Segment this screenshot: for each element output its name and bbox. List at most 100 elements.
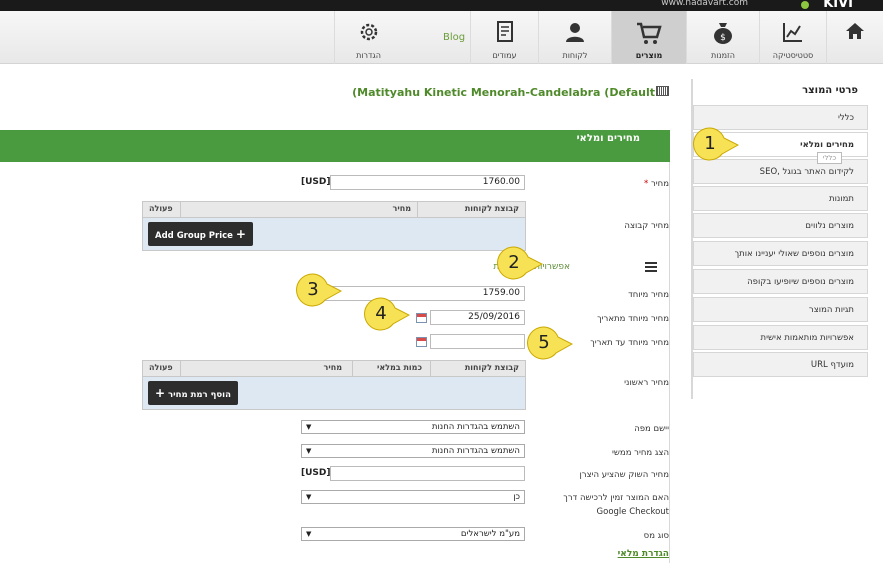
google-checkout-select-value: כן — [513, 492, 520, 502]
msrp-currency: [USD] — [301, 468, 331, 478]
tier-price-label: מחיר ראשוני — [624, 378, 669, 388]
nav-statistics-label: סטטיסטיקה — [772, 51, 814, 60]
callout-number: 2 — [508, 252, 520, 273]
col-customer-group: קבוצת לקוחות — [464, 363, 519, 372]
list-icon — [645, 260, 657, 272]
logo: KIVI — [823, 0, 853, 11]
gear-icon — [360, 23, 377, 41]
nav-settings-label: הגדרות — [356, 51, 381, 60]
nav-statistics[interactable]: סטטיסטיקה — [759, 11, 826, 64]
sidebar-item-crosssell[interactable]: מוצרים נוספים שיופיעו בקופה — [693, 269, 868, 294]
special-from-label: מחיר מיוחד מתאריך — [597, 314, 669, 324]
callout-number: 4 — [375, 303, 387, 324]
nav-settings[interactable]: הגדרות — [334, 11, 402, 64]
tier-price-table-head: קבוצת לקוחות כמות במלאי מחיר פעולה — [143, 361, 525, 377]
nav-products-label: מוצרים — [635, 51, 663, 60]
map-label: יישם מפה — [634, 424, 669, 434]
dropdown-arrow-icon: ▼ — [306, 423, 312, 431]
col-customer-group: קבוצת לקוחות — [464, 204, 519, 213]
section-header: מחירים ומלאי — [0, 130, 670, 162]
calendar-icon[interactable] — [416, 313, 427, 323]
price-label: * מחיר — [644, 179, 669, 189]
col-separator — [180, 202, 181, 218]
sidebar-tooltip: כללי — [817, 152, 842, 164]
price-input[interactable]: 1760.00 — [330, 175, 525, 190]
col-separator — [417, 202, 418, 218]
cart-icon — [637, 22, 662, 44]
callout-4: 4 — [364, 297, 411, 331]
sidebar-item-url[interactable]: URL מועדף — [693, 352, 868, 377]
sidebar-item-related[interactable]: מוצרים נלווים — [693, 213, 868, 238]
required-mark: * — [644, 179, 649, 189]
page-icon — [496, 21, 513, 42]
special-from-input[interactable]: 25/09/2016 — [430, 310, 525, 325]
google-checkout-label-2: Google Checkout — [596, 507, 669, 517]
section-title: מחירים ומלאי — [576, 133, 640, 144]
add-tier-price-button[interactable]: + הוסף רמת מחיר — [148, 381, 238, 405]
special-to-input[interactable] — [430, 334, 525, 349]
col-action: פעולה — [149, 363, 173, 372]
tax-label: סוג מס — [643, 531, 669, 541]
calendar-icon[interactable] — [416, 337, 427, 347]
callout-number: 1 — [704, 133, 716, 154]
dropdown-arrow-icon: ▼ — [306, 447, 312, 455]
product-title: (Matityahu Kinetic Menorah-Candelabra (D… — [352, 86, 655, 99]
home-icon — [846, 23, 864, 39]
sidebar-title: פרטי המוצר — [802, 85, 858, 96]
tax-select-value: מע"מ לישראלים — [460, 529, 520, 539]
plus-icon: + — [235, 227, 246, 241]
nav-customers-label: לקוחות — [562, 51, 588, 60]
callout-number: 5 — [538, 332, 550, 353]
tier-price-table: קבוצת לקוחות כמות במלאי מחיר פעולה + הוס… — [142, 360, 526, 410]
plus-icon: + — [155, 386, 166, 400]
map-select-value: השתמש בהגדרות החנות — [431, 422, 520, 432]
google-checkout-select[interactable]: ▼ כן — [301, 490, 525, 504]
main-navbar: סטטיסטיקה $ הזמנות מוצרים לקוחות עמודים … — [0, 11, 883, 64]
col-separator — [180, 361, 181, 377]
sidebar-item-custom-options[interactable]: אפשרויות מותאמות אישית — [693, 325, 868, 350]
nav-orders-label: הזמנות — [710, 51, 736, 60]
msrp-input[interactable] — [330, 466, 525, 481]
add-tier-price-label: הוסף רמת מחיר — [168, 390, 231, 400]
google-checkout-label: האם המוצר זמין לרכישה דרך — [563, 493, 669, 503]
sidebar-item-tags[interactable]: תגיות המוצר — [693, 297, 868, 322]
nav-products[interactable]: מוצרים — [611, 11, 686, 64]
site-url[interactable]: www.nadavart.com — [661, 0, 748, 8]
col-quantity: כמות במלאי — [376, 363, 422, 372]
group-price-table: קבוצת לקוחות מחיר פעולה Add Group Price … — [142, 201, 526, 251]
msrp-label: מחיר השוק שהציע היצרן — [579, 470, 669, 480]
nav-home[interactable] — [826, 11, 883, 64]
special-to-label: מחיר מיוחד עד תאריך — [590, 338, 669, 348]
callout-number: 3 — [307, 279, 319, 300]
nav-pages[interactable]: עמודים — [470, 11, 538, 64]
actual-price-select-value: השתמש בהגדרות החנות — [431, 446, 520, 456]
actual-price-select[interactable]: ▼ השתמש בהגדרות החנות — [301, 444, 525, 458]
money-bag-icon: $ — [714, 23, 732, 44]
special-price-label: מחיר מיוחד — [628, 290, 669, 300]
sidebar-item-images[interactable]: תמונות — [693, 186, 868, 211]
nav-orders[interactable]: $ הזמנות — [686, 11, 759, 64]
add-group-price-button[interactable]: Add Group Price + — [148, 222, 253, 246]
dropdown-arrow-icon: ▼ — [306, 493, 312, 501]
chart-icon — [783, 23, 802, 42]
callout-5: 5 — [527, 326, 574, 360]
nav-customers[interactable]: לקוחות — [538, 11, 611, 64]
add-group-price-label: Add Group Price — [155, 231, 233, 241]
stock-settings-link[interactable]: הגדרת מלאי — [618, 549, 669, 559]
price-label-text: מחיר — [650, 179, 669, 189]
col-price: מחיר — [392, 204, 411, 213]
map-select[interactable]: ▼ השתמש בהגדרות החנות — [301, 420, 525, 434]
group-price-table-head: קבוצת לקוחות מחיר פעולה — [143, 202, 525, 218]
sidebar-item-upsell[interactable]: מוצרים נוספים שאולי יעניינו אותך — [693, 241, 868, 266]
nav-blog-link[interactable]: Blog — [443, 32, 465, 43]
top-bar: www.nadavart.com KIVI — [0, 0, 883, 11]
dropdown-arrow-icon: ▼ — [306, 530, 312, 538]
col-action: פעולה — [149, 204, 173, 213]
tax-select[interactable]: ▼ מע"מ לישראלים — [301, 527, 525, 541]
col-separator — [352, 361, 353, 377]
logo-mark-icon — [801, 1, 809, 9]
col-separator — [430, 361, 431, 377]
barcode-icon — [656, 86, 669, 96]
callout-3: 3 — [296, 273, 343, 307]
nav-pages-label: עמודים — [492, 51, 517, 60]
